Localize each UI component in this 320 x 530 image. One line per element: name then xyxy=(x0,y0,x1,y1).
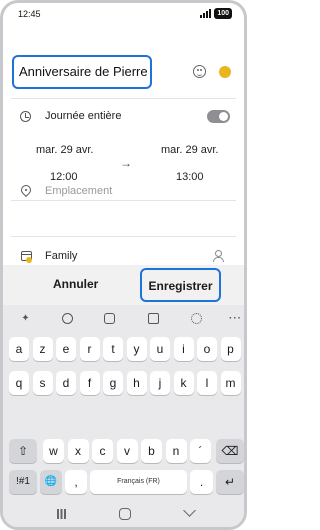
key-f[interactable]: f xyxy=(79,371,100,395)
keyboard: ✦ ··· azertyuiop qsdfghjklm w x c v b n ´ ⇧ ⌫ … xyxy=(3,305,244,527)
shift-key[interactable]: ⇧ xyxy=(9,439,37,463)
gear-icon[interactable] xyxy=(191,313,202,324)
key-d[interactable]: d xyxy=(56,371,76,395)
cancel-button[interactable]: Annuler xyxy=(53,277,98,291)
save-button[interactable]: Enregistrer xyxy=(140,268,221,302)
sparkle-icon[interactable]: ✦ xyxy=(20,313,31,324)
key-w[interactable]: w xyxy=(43,439,64,463)
sticker-icon[interactable] xyxy=(104,313,115,324)
globe-icon[interactable]: 🌐 xyxy=(40,470,62,494)
key-x[interactable]: x xyxy=(67,439,89,463)
phone-frame: 12:45 100 Anniversaire de Pierre Journée… xyxy=(0,0,247,530)
comma-key[interactable]: , xyxy=(65,470,87,494)
key-b[interactable]: b xyxy=(141,439,162,463)
status-time: 12:45 xyxy=(18,9,41,19)
status-icons: 100 xyxy=(200,8,232,19)
key-u[interactable]: u xyxy=(150,337,170,361)
arrow-right-icon: → xyxy=(120,156,132,170)
backspace-key[interactable]: ⌫ xyxy=(216,439,244,463)
emoji-icon[interactable] xyxy=(193,65,206,78)
location-pin-icon xyxy=(18,182,34,198)
key-q[interactable]: q xyxy=(9,371,29,395)
key-o[interactable]: o xyxy=(197,337,217,361)
key-h[interactable]: h xyxy=(126,371,147,395)
keyboard-toolbar: ✦ ··· xyxy=(3,305,244,335)
divider xyxy=(11,236,236,237)
key-v[interactable]: v xyxy=(116,439,138,463)
signal-icon xyxy=(200,9,212,18)
key-s[interactable]: s xyxy=(32,371,53,395)
key-r[interactable]: r xyxy=(79,337,100,361)
key-t[interactable]: t xyxy=(103,337,123,361)
divider xyxy=(11,200,236,201)
home-icon[interactable] xyxy=(119,508,131,520)
key-g[interactable]: g xyxy=(103,371,123,395)
space-key[interactable]: Français (FR) xyxy=(90,470,187,494)
all-day-label: Journée entière xyxy=(45,110,122,122)
battery-icon: 100 xyxy=(214,8,232,19)
invite-people-icon[interactable] xyxy=(213,250,227,262)
divider xyxy=(11,98,236,99)
key-l[interactable]: l xyxy=(197,371,217,395)
key-p[interactable]: p xyxy=(220,337,241,361)
calendar-color-dot xyxy=(26,257,32,263)
end-date[interactable]: mar. 29 avr. xyxy=(161,144,218,156)
key-j[interactable]: j xyxy=(150,371,170,395)
more-icon[interactable]: ··· xyxy=(229,313,241,324)
start-time[interactable]: 12:00 xyxy=(50,171,78,183)
key-a[interactable]: a xyxy=(9,337,29,361)
navigation-bar xyxy=(3,501,244,527)
key-accent[interactable]: ´ xyxy=(190,439,211,463)
key-z[interactable]: z xyxy=(32,337,53,361)
key-i[interactable]: i xyxy=(173,337,194,361)
end-time[interactable]: 13:00 xyxy=(176,171,204,183)
event-title-input[interactable]: Anniversaire de Pierre xyxy=(12,55,152,89)
key-c[interactable]: c xyxy=(92,439,113,463)
start-date[interactable]: mar. 29 avr. xyxy=(36,144,93,156)
all-day-toggle[interactable] xyxy=(207,110,230,123)
event-color-picker[interactable] xyxy=(219,66,231,78)
recent-apps-icon[interactable] xyxy=(56,509,66,519)
key-e[interactable]: e xyxy=(56,337,76,361)
calendar-selector[interactable]: Family xyxy=(45,250,77,262)
key-k[interactable]: k xyxy=(173,371,194,395)
emoji-icon[interactable] xyxy=(62,313,73,324)
location-input[interactable]: Emplacement xyxy=(45,185,112,197)
back-icon[interactable] xyxy=(183,504,196,517)
key-n[interactable]: n xyxy=(165,439,187,463)
clipboard-icon[interactable] xyxy=(148,313,159,324)
clock-icon xyxy=(20,111,31,122)
enter-key[interactable]: ↵ xyxy=(216,470,244,494)
status-bar: 12:45 100 xyxy=(3,3,244,27)
symbols-key[interactable]: !#1 xyxy=(9,470,37,494)
period-key[interactable]: . xyxy=(190,470,213,494)
key-m[interactable]: m xyxy=(220,371,241,395)
key-y[interactable]: y xyxy=(126,337,147,361)
